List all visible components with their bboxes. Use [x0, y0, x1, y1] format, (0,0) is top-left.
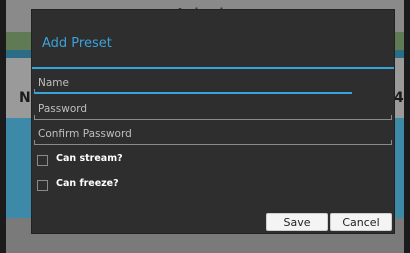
can-freeze-checkbox[interactable]: [37, 180, 48, 191]
dialog-title: Add Preset: [42, 36, 112, 51]
confirm-password-underline-edge-left: [34, 140, 35, 145]
cancel-button[interactable]: Cancel: [330, 213, 392, 231]
password-underline-edge-left: [34, 115, 35, 120]
confirm-password-underline: [34, 144, 392, 145]
password-underline-edge-right: [391, 115, 392, 120]
screen-left-edge: [0, 0, 6, 253]
password-underline: [34, 119, 392, 120]
can-freeze-label: Can freeze?: [56, 178, 119, 189]
confirm-password-input[interactable]: [34, 123, 392, 145]
save-button[interactable]: Save: [266, 213, 328, 231]
screen-right-edge: [404, 0, 410, 253]
confirm-password-field[interactable]: [34, 123, 392, 145]
app-screen: Admin N 4 Add Preset Can strea: [0, 0, 410, 253]
can-stream-label: Can stream?: [56, 153, 123, 164]
name-input[interactable]: [34, 72, 392, 94]
title-divider: [32, 67, 394, 69]
can-stream-option[interactable]: Can stream?: [37, 152, 237, 168]
password-field[interactable]: [34, 98, 392, 120]
name-underline-edge: [34, 89, 35, 94]
password-input[interactable]: [34, 98, 392, 120]
name-underline: [34, 92, 352, 94]
background-right-text: 4: [394, 90, 404, 106]
confirm-password-underline-edge-right: [391, 140, 392, 145]
can-stream-checkbox[interactable]: [37, 155, 48, 166]
can-freeze-option[interactable]: Can freeze?: [37, 177, 237, 193]
add-preset-dialog: Add Preset Can stream? Can freeze?: [32, 10, 394, 233]
background-left-text: N: [19, 90, 31, 106]
name-field[interactable]: [34, 72, 392, 94]
